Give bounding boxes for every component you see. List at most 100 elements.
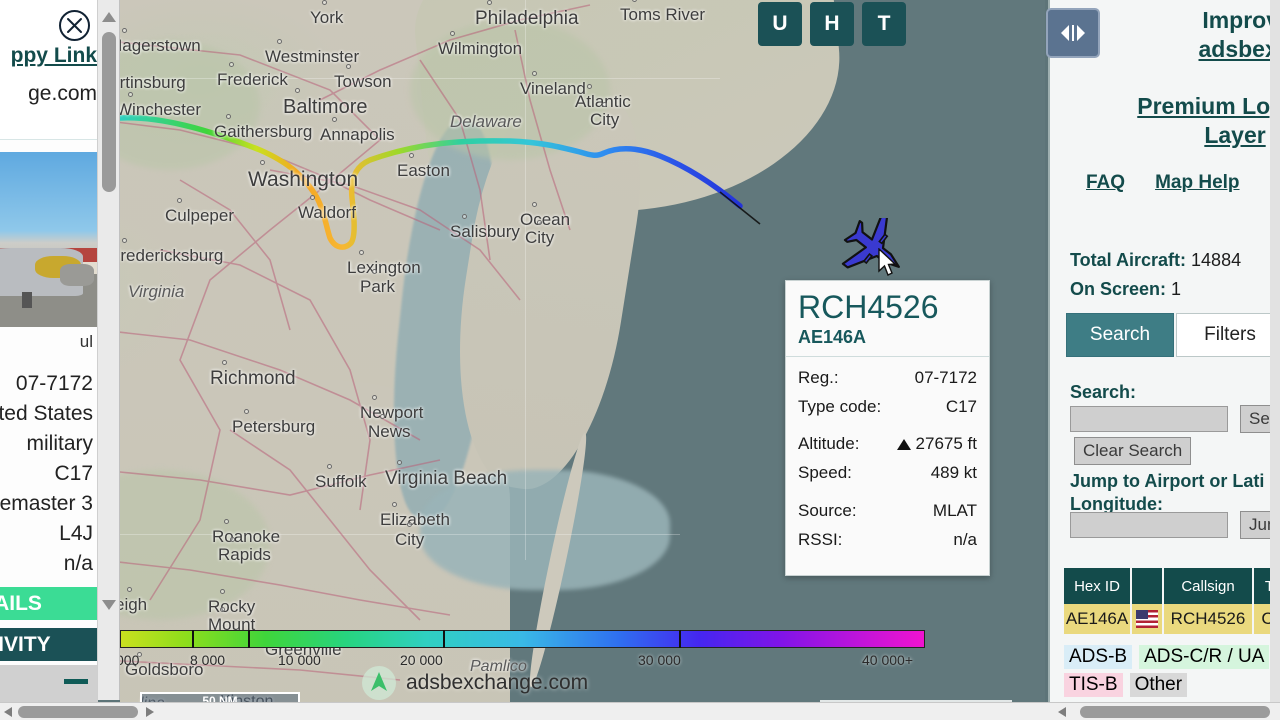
map-mode-button-h[interactable]: H (810, 2, 854, 46)
faq-link[interactable]: FAQ (1086, 172, 1125, 194)
popup-identity-group: Reg.: 07-7172 Type code: C17 (786, 357, 989, 423)
aircraft-detail-value: C17 (54, 462, 93, 485)
city-dot (327, 464, 332, 469)
footer-dash-marker (64, 679, 88, 684)
right-panel-scrollbar[interactable] (1270, 0, 1280, 702)
on-screen-row: On Screen: 1 (1070, 275, 1241, 304)
premium-login-line2: Layer (1204, 122, 1266, 149)
scale-tick (443, 630, 445, 648)
premium-login-line1: Premium Login: n (1137, 93, 1280, 119)
city-dot (244, 409, 249, 414)
city-dot (346, 64, 351, 69)
mouse-cursor (878, 248, 897, 276)
city-dot (407, 522, 412, 527)
scale-tick (248, 630, 250, 648)
improve-coverage-line1: Improve Cov (1202, 7, 1280, 33)
copy-link-button[interactable]: ppy Link (11, 44, 97, 68)
search-input[interactable] (1070, 406, 1228, 432)
on-screen-label: On Screen: (1070, 278, 1167, 299)
popup-row-reg: Reg.: 07-7172 (798, 363, 977, 392)
jump-input[interactable] (1070, 512, 1228, 538)
city-dot (128, 92, 133, 97)
sidebar-domain-text: ge.com (28, 82, 97, 105)
city-dot (122, 238, 127, 243)
scroll-left-arrow-icon-2[interactable] (1058, 707, 1066, 717)
tab-search[interactable]: Search (1066, 313, 1174, 357)
info-sidebar[interactable]: Improve Cov adsbexchang Premium Login: n… (1048, 0, 1280, 702)
sidebar-partial-text: ul (79, 332, 93, 351)
city-dot (372, 269, 377, 274)
scroll-left-arrow-icon[interactable] (4, 707, 12, 717)
help-links[interactable]: FAQ Map Help (1086, 172, 1240, 194)
aircraft-table[interactable]: Hex ID AE146A Callsign RCH4526 Typ C17 (1064, 568, 1280, 634)
popup-reg-label: Reg.: (798, 367, 839, 387)
scroll-down-arrow-icon[interactable] (102, 600, 116, 610)
scrollbar-thumb-right[interactable] (1080, 706, 1270, 718)
aircraft-detail-value: bemaster 3 (0, 492, 93, 515)
map-mode-button-u[interactable]: U (758, 2, 802, 46)
city-dot (310, 195, 315, 200)
scroll-up-arrow-icon[interactable] (102, 12, 116, 22)
scale-label: 10 000 (278, 652, 321, 668)
total-aircraft-row: Total Aircraft: 14884 (1070, 246, 1241, 275)
city-dot (392, 502, 397, 507)
city-dot (532, 71, 537, 76)
collapse-horizontal-icon[interactable] (1046, 8, 1100, 58)
scale-tick (192, 630, 194, 648)
city-dot (537, 220, 542, 225)
legend-row-2: TIS-B Other (1064, 673, 1276, 697)
close-icon[interactable] (59, 10, 90, 41)
brand-text: adsbexchange.com (406, 671, 589, 694)
city-dot (397, 460, 402, 465)
page-horizontal-scrollbar[interactable] (0, 702, 1280, 720)
map-mode-button-t[interactable]: T (862, 2, 906, 46)
legend-other: Other (1129, 673, 1188, 697)
tab-filters[interactable]: Filters (1176, 313, 1280, 357)
popup-altitude-value: 27675 ft (896, 429, 977, 458)
legend-adsc: ADS-C/R / UA (1139, 645, 1270, 669)
aircraft-photo[interactable] (0, 152, 97, 327)
city-dot (450, 31, 455, 36)
scrollbar-thumb-left[interactable] (18, 706, 138, 718)
brand-watermark: adsbexchange.com (360, 664, 588, 702)
popup-rssi-value: n/a (953, 529, 977, 549)
aircraft-info-popup[interactable]: RCH4526 AE146A Reg.: 07-7172 Type code: … (785, 280, 990, 576)
on-screen-value: 1 (1171, 278, 1182, 299)
details-button[interactable]: AILS (0, 587, 97, 620)
table-cell-hexid[interactable]: AE146A (1064, 604, 1130, 634)
popup-row-altitude: Altitude: 27675 ft (798, 429, 977, 458)
table-column-callsign: Callsign RCH4526 (1164, 568, 1254, 634)
jump-label: Jump to Airport or Lati Longitude: (1070, 470, 1264, 515)
scrollbar-thumb[interactable] (102, 32, 116, 192)
sidebar-vertical-scrollbar[interactable] (98, 0, 120, 700)
popup-callsign: RCH4526 (798, 289, 939, 325)
popup-speed-label: Speed: (798, 463, 852, 483)
scroll-right-arrow-icon[interactable] (146, 707, 154, 717)
city-dot (230, 537, 235, 542)
us-flag-icon (1136, 610, 1158, 628)
city-dot (277, 39, 282, 44)
scale-label: 40 000+ (862, 652, 913, 668)
climb-triangle-icon (896, 439, 911, 451)
city-dot (462, 214, 467, 219)
city-dot (295, 88, 300, 93)
aircraft-detail-value: L4J (59, 522, 93, 545)
table-cell-callsign[interactable]: RCH4526 (1164, 604, 1252, 634)
aircraft-detail-sidebar[interactable]: ppy Link ge.com ul 07-7172 nited States mi… (0, 0, 98, 712)
aircraft-marker[interactable] (840, 218, 912, 280)
jump-label-line2: Longitude: (1070, 493, 1163, 514)
activity-button[interactable]: TIVITY (0, 628, 97, 661)
city-dot (220, 589, 225, 594)
premium-login-heading[interactable]: Premium Login: n Layer (1070, 92, 1280, 151)
city-dot (127, 587, 132, 592)
aircraft-detail-value: n/a (63, 552, 93, 575)
adsbexchange-link[interactable]: adsbexchang (1122, 35, 1280, 64)
city-dot (380, 414, 385, 419)
scale-tick (679, 630, 681, 648)
aircraft-counts: Total Aircraft: 14884 On Screen: 1 (1070, 246, 1241, 304)
table-cell-flag (1132, 604, 1162, 634)
map-help-link[interactable]: Map Help (1155, 172, 1239, 194)
clear-search-button[interactable]: Clear Search (1074, 437, 1192, 465)
city-dot (224, 519, 229, 524)
source-legend: ADS-B ADS-C/R / UA TIS-B Other (1064, 645, 1276, 697)
